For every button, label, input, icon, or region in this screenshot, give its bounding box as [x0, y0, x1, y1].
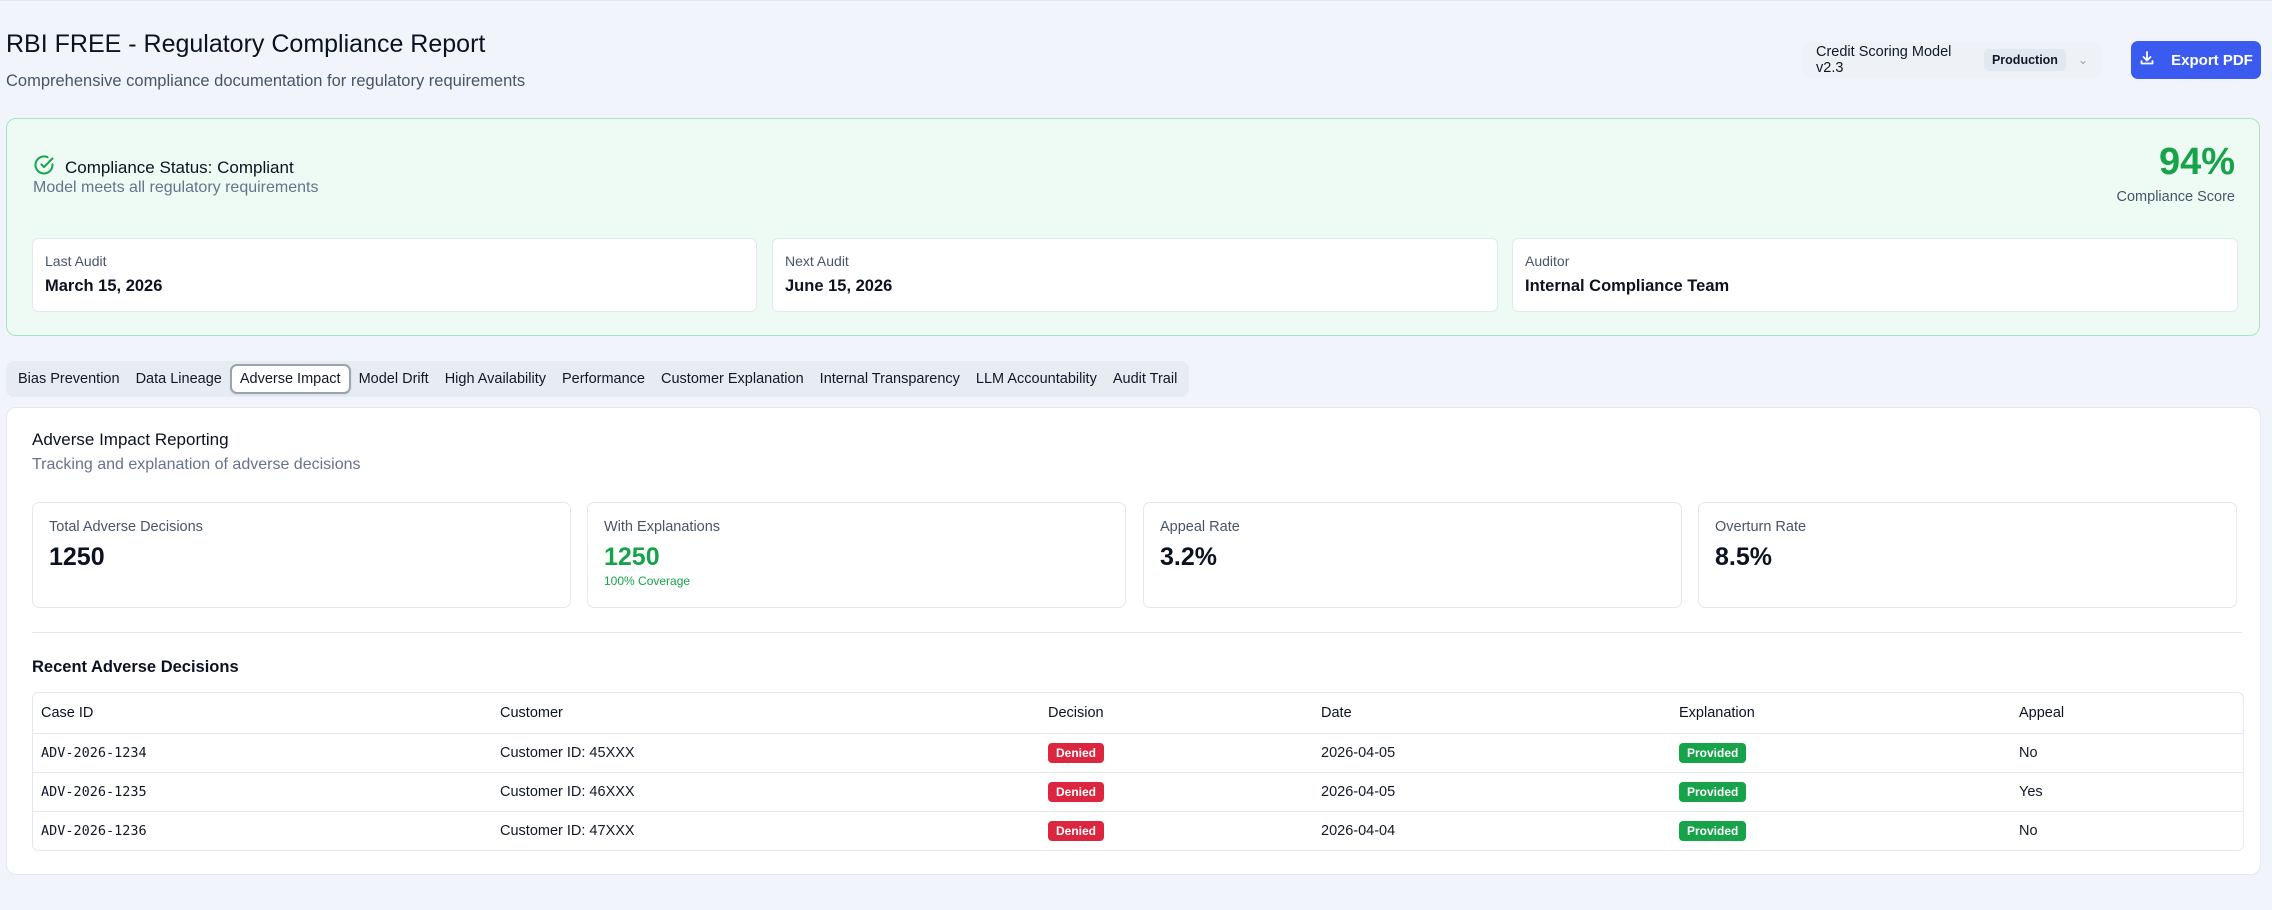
section-description: Tracking and explanation of adverse deci…	[32, 456, 361, 473]
report-tabs: Bias Prevention Data Lineage Adverse Imp…	[6, 361, 1190, 397]
metric-label: With Explanations	[604, 519, 721, 535]
model-name: Credit Scoring Model v2.3	[1816, 44, 1952, 76]
decision-cell: Denied	[1040, 812, 1313, 851]
explanation-badge: Provided	[1679, 743, 1747, 763]
tab-audit-trail[interactable]: Audit Trail	[1105, 364, 1185, 394]
decision-badge: Denied	[1048, 821, 1105, 841]
tab-internal-transparency[interactable]: Internal Transparency	[812, 364, 968, 394]
model-selector[interactable]: Credit Scoring Model v2.3 Production ⌄	[1802, 42, 2102, 78]
metric-value: 1250	[49, 543, 105, 571]
table-row: ADV-2026-1235 Customer ID: 46XXX Denied …	[33, 772, 2243, 812]
tab-model-drift[interactable]: Model Drift	[351, 364, 437, 394]
compliance-score-value: 94%	[2158, 141, 2235, 183]
metric-value: 3.2%	[1160, 543, 1217, 571]
column-header: Decision	[1040, 693, 1313, 734]
page-title: RBI FREE - Regulatory Compliance Report	[6, 30, 486, 58]
export-pdf-label: Export PDF	[2171, 51, 2253, 69]
tab-adverse-impact[interactable]: Adverse Impact	[229, 364, 351, 394]
next-audit-value: June 15, 2026	[785, 277, 893, 295]
next-audit-card: Next Audit June 15, 2026	[772, 238, 1498, 312]
metric-appeal-rate: Appeal Rate 3.2%	[1143, 502, 1682, 608]
column-header: Explanation	[1671, 693, 2011, 734]
metric-label: Overturn Rate	[1715, 519, 1807, 535]
date-cell: 2026-04-05	[1313, 772, 1671, 812]
metric-value: 8.5%	[1715, 543, 1772, 571]
appeal-cell: No	[2011, 733, 2243, 773]
top-border	[0, 0, 2272, 1]
date-cell: 2026-04-04	[1321, 823, 1396, 839]
auditor-value: Internal Compliance Team	[1525, 277, 1730, 295]
adverse-decisions-table: Case ID Customer Decision Date Explanati…	[32, 692, 2244, 851]
compliance-score-label: Compliance Score	[2116, 189, 2235, 205]
tab-customer-explanation[interactable]: Customer Explanation	[653, 364, 812, 394]
case-id-cell: ADV-2026-1235	[33, 772, 492, 812]
tab-performance[interactable]: Performance	[554, 364, 653, 394]
last-audit-card: Last Audit March 15, 2026	[32, 238, 757, 312]
appeal-cell: Yes	[2011, 772, 2243, 812]
export-pdf-button[interactable]: Export PDF	[2131, 41, 2261, 79]
column-header: Appeal	[2011, 693, 2243, 734]
decision-badge: Denied	[1048, 782, 1105, 802]
tab-llm-accountability[interactable]: LLM Accountability	[968, 364, 1105, 394]
adverse-impact-panel: Adverse Impact Reporting Tracking and ex…	[6, 407, 2261, 875]
check-circle-icon	[33, 154, 55, 181]
metric-value: 1250	[604, 543, 660, 571]
explanation-cell: Provided	[1671, 772, 2011, 812]
coverage-note: 100% Coverage	[604, 574, 691, 588]
case-id-cell: ADV-2026-1234	[33, 733, 492, 773]
auditor-label: Auditor	[1525, 253, 1570, 269]
compliance-status-panel: Compliance Status: Compliant Model meets…	[6, 118, 2260, 336]
decision-badge: Denied	[1048, 743, 1105, 763]
column-header: Date	[1313, 693, 1671, 734]
metric-label: Appeal Rate	[1160, 519, 1240, 535]
table-title: Recent Adverse Decisions	[32, 658, 239, 676]
explanation-cell: Provided	[1671, 812, 2011, 851]
section-title: Adverse Impact Reporting	[32, 430, 229, 449]
explanation-cell: Provided	[1671, 733, 2011, 773]
table-row: ADV-2026-1234 Customer ID: 45XXX Denied …	[33, 733, 2243, 773]
customer-cell: Customer ID: 45XXX	[492, 733, 1040, 773]
environment-badge: Production	[1983, 49, 2066, 71]
metric-total-adverse-decisions: Total Adverse Decisions 1250	[32, 502, 571, 608]
compliance-status-title: Compliance Status: Compliant	[65, 157, 294, 177]
explanation-badge: Provided	[1679, 821, 1747, 841]
last-audit-label: Last Audit	[45, 253, 107, 269]
date-cell: 2026-04-05	[1313, 733, 1671, 773]
metric-label: Total Adverse Decisions	[49, 519, 203, 535]
metric-overturn-rate: Overturn Rate 8.5%	[1698, 502, 2237, 608]
last-audit-value: March 15, 2026	[45, 277, 163, 295]
download-icon	[2139, 50, 2155, 70]
next-audit-label: Next Audit	[785, 253, 849, 269]
compliance-status-description: Model meets all regulatory requirements	[33, 179, 319, 196]
customer-cell: Customer ID: 47XXX	[500, 823, 635, 839]
page-subtitle: Comprehensive compliance documentation f…	[6, 72, 526, 90]
tab-high-availability[interactable]: High Availability	[437, 364, 554, 394]
explanation-badge: Provided	[1679, 782, 1747, 802]
auditor-card: Auditor Internal Compliance Team	[1512, 238, 2238, 312]
compliance-status-row: Compliance Status: Compliant	[33, 154, 294, 181]
decision-cell: Denied	[1040, 772, 1313, 812]
table-header-row: Case ID Customer Decision Date Explanati…	[33, 693, 2243, 734]
section-divider	[32, 632, 2242, 633]
decision-cell: Denied	[1040, 733, 1313, 773]
tab-data-lineage[interactable]: Data Lineage	[128, 364, 230, 394]
tab-bias-prevention[interactable]: Bias Prevention	[10, 364, 128, 394]
metric-with-explanations: With Explanations 1250 100% Coverage	[587, 502, 1126, 608]
table-row: ADV-2026-1236 Customer ID: 47XXX Denied …	[33, 812, 2243, 851]
customer-cell: Customer ID: 46XXX	[492, 772, 1040, 812]
column-header: Case ID	[33, 693, 492, 734]
column-header: Customer	[492, 693, 1040, 734]
chevron-down-icon: ⌄	[2077, 53, 2088, 67]
case-id-cell: ADV-2026-1236	[41, 823, 147, 839]
appeal-cell: No	[2019, 823, 2038, 839]
